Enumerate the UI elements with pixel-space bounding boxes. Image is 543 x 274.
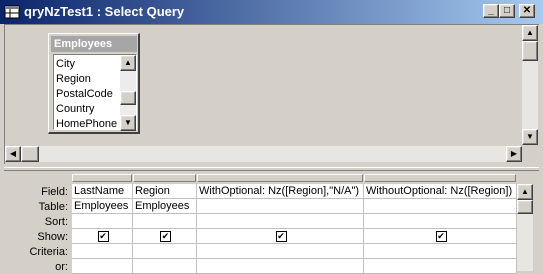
minimize-button[interactable]: _ bbox=[483, 4, 499, 18]
criteria-cell[interactable] bbox=[72, 244, 133, 259]
scroll-left-arrow-icon[interactable]: ◀ bbox=[5, 146, 21, 162]
table-field-list[interactable]: Employees City Region PostalCode Country… bbox=[48, 33, 140, 134]
close-button[interactable]: ✕ bbox=[519, 4, 535, 18]
scroll-up-arrow-icon[interactable]: ▲ bbox=[522, 25, 538, 41]
row-label-field: Field: bbox=[41, 186, 68, 198]
title-bar[interactable]: qryNzTest1 : Select Query _ □ ✕ bbox=[0, 0, 543, 24]
criteria-cell[interactable] bbox=[364, 244, 517, 259]
field-item[interactable]: PostalCode bbox=[56, 87, 113, 102]
table-cell[interactable] bbox=[197, 199, 364, 214]
scroll-down-arrow-icon[interactable]: ▼ bbox=[522, 129, 538, 145]
scroll-thumb[interactable] bbox=[522, 41, 538, 61]
show-checkbox[interactable]: ✔ bbox=[97, 231, 109, 242]
show-cell[interactable]: ✔ bbox=[72, 229, 133, 244]
sort-cell[interactable] bbox=[133, 214, 197, 229]
upper-vertical-scrollbar[interactable]: ▲ ▼ bbox=[522, 25, 538, 145]
table-cell[interactable] bbox=[364, 199, 517, 214]
column-selector[interactable] bbox=[72, 174, 132, 182]
query-icon[interactable] bbox=[4, 4, 20, 20]
window-title: qryNzTest1 : Select Query bbox=[24, 4, 185, 19]
sort-cell[interactable] bbox=[364, 214, 517, 229]
field-list[interactable]: City Region PostalCode Country HomePhone… bbox=[53, 54, 137, 132]
show-cell[interactable]: ✔ bbox=[197, 229, 364, 244]
table-cell[interactable]: Employees bbox=[72, 199, 133, 214]
row-label-or: or: bbox=[55, 261, 68, 273]
field-cell[interactable]: WithOptional: Nz([Region],"N/A") bbox=[197, 184, 364, 199]
show-cell[interactable]: ✔ bbox=[133, 229, 197, 244]
show-checkbox[interactable]: ✔ bbox=[160, 231, 171, 242]
field-cell[interactable]: Region bbox=[133, 184, 197, 199]
maximize-button[interactable]: □ bbox=[499, 4, 515, 18]
scroll-right-arrow-icon[interactable]: ▶ bbox=[506, 146, 522, 162]
table-name[interactable]: Employees bbox=[51, 36, 137, 52]
field-item[interactable]: City bbox=[56, 57, 75, 72]
criteria-cell[interactable] bbox=[197, 244, 364, 259]
scroll-thumb[interactable] bbox=[517, 200, 533, 214]
field-item[interactable]: Region bbox=[56, 72, 91, 87]
scroll-up-arrow-icon[interactable]: ▲ bbox=[120, 55, 136, 71]
or-cell[interactable] bbox=[197, 259, 364, 274]
row-label-table: Table: bbox=[38, 201, 68, 213]
pane-splitter[interactable] bbox=[4, 167, 539, 171]
scroll-down-arrow-icon[interactable]: ▼ bbox=[120, 115, 136, 131]
row-label-sort: Sort: bbox=[44, 216, 68, 228]
column-selector[interactable] bbox=[133, 174, 196, 182]
show-checkbox[interactable]: ✔ bbox=[275, 231, 287, 242]
show-checkbox[interactable]: ✔ bbox=[435, 231, 447, 242]
design-grid[interactable]: Field: Table: Sort: Show: Criteria: or: … bbox=[4, 172, 539, 274]
column-selector[interactable] bbox=[364, 174, 516, 182]
scroll-corner bbox=[522, 146, 538, 162]
or-cell[interactable] bbox=[133, 259, 197, 274]
field-item[interactable]: HomePhone bbox=[56, 117, 117, 132]
column-selector[interactable] bbox=[197, 174, 363, 182]
field-list-scrollbar[interactable]: ▲ ▼ bbox=[120, 55, 136, 131]
show-cell[interactable]: ✔ bbox=[364, 229, 517, 244]
table-pane[interactable]: Employees City Region PostalCode Country… bbox=[4, 24, 539, 164]
row-label-show: Show: bbox=[37, 231, 68, 243]
field-item[interactable]: Country bbox=[56, 102, 95, 117]
upper-horizontal-scrollbar[interactable]: ◀ ▶ bbox=[5, 146, 522, 162]
table-cell[interactable]: Employees bbox=[133, 199, 197, 214]
field-cell[interactable]: LastName bbox=[72, 184, 133, 199]
criteria-cell[interactable] bbox=[133, 244, 197, 259]
scroll-thumb[interactable] bbox=[120, 91, 136, 105]
scroll-thumb[interactable] bbox=[21, 146, 39, 162]
scroll-up-arrow-icon[interactable]: ▲ bbox=[517, 184, 533, 200]
or-cell[interactable] bbox=[364, 259, 517, 274]
sort-cell[interactable] bbox=[197, 214, 364, 229]
grid-vertical-scrollbar[interactable]: ▲ bbox=[517, 184, 533, 271]
or-cell[interactable] bbox=[72, 259, 133, 274]
row-label-criteria: Criteria: bbox=[29, 246, 68, 258]
sort-cell[interactable] bbox=[72, 214, 133, 229]
field-cell[interactable]: WithoutOptional: Nz([Region]) bbox=[364, 184, 517, 199]
